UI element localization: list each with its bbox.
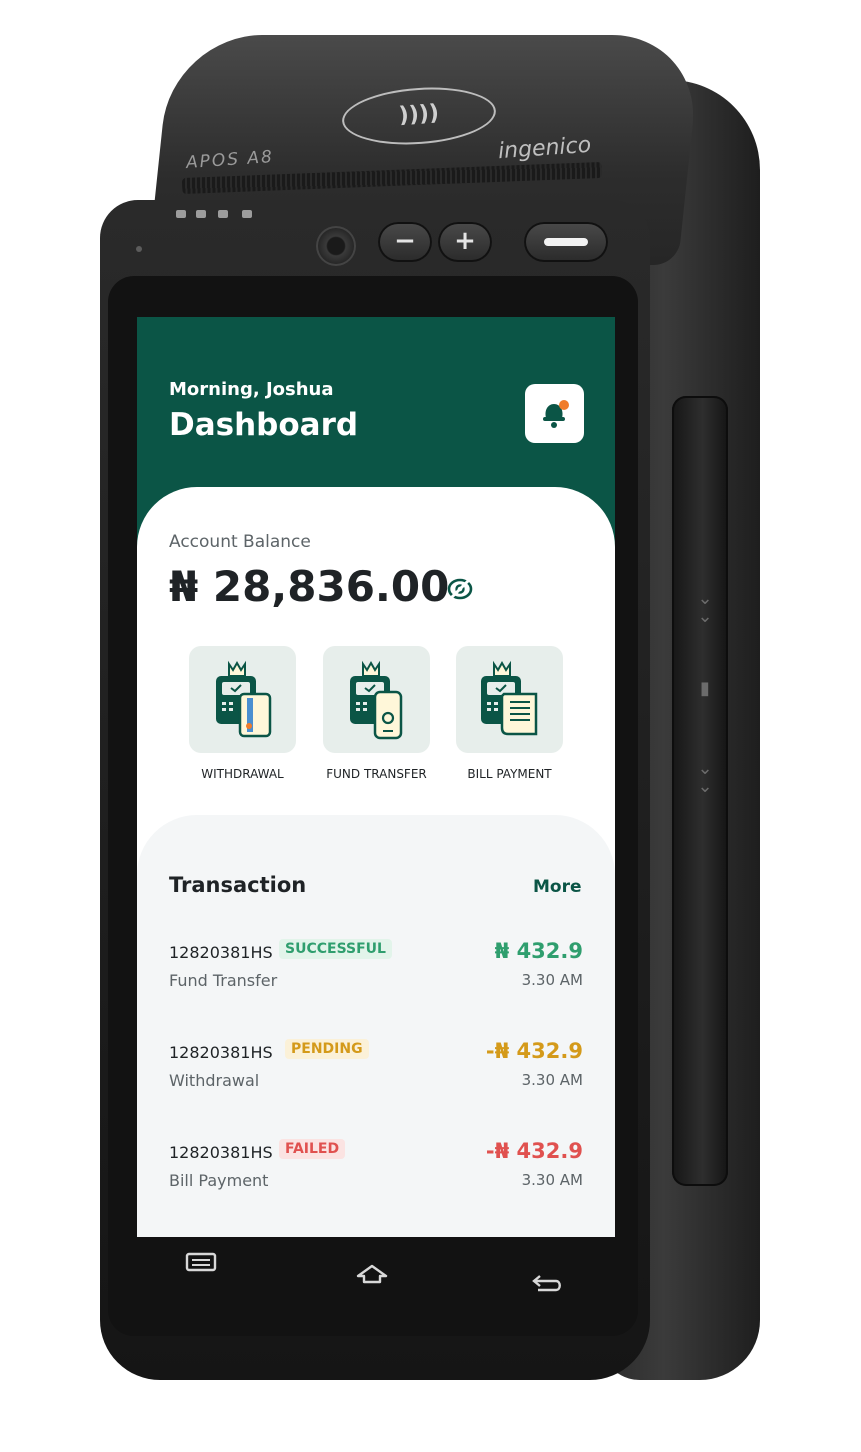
- transaction-id: 12820381HS: [169, 943, 273, 962]
- home-icon: [356, 1264, 388, 1284]
- transaction-time: 3.30 AM: [521, 1071, 583, 1089]
- pos-card-icon: [216, 660, 272, 738]
- bill-payment-label: BILL PAYMENT: [467, 767, 552, 781]
- chevron-down-icon: ⌄ ⌄: [697, 588, 713, 627]
- transaction-amount: -₦ 432.9: [485, 1039, 583, 1063]
- status-badge: FAILED: [279, 1139, 346, 1159]
- camera-lens: [316, 226, 356, 266]
- transaction-type: Withdrawal: [169, 1071, 260, 1090]
- transactions-panel: Transaction More 12820381HS SUCCESSFUL F…: [137, 815, 615, 1237]
- transaction-amount: ₦ 432.9: [494, 939, 583, 963]
- bill-payment-tile[interactable]: [456, 646, 563, 753]
- toggle-balance-visibility[interactable]: [445, 575, 475, 603]
- fund-transfer-action[interactable]: FUND TRANSFER: [323, 646, 430, 781]
- bill-payment-action[interactable]: BILL PAYMENT: [456, 646, 563, 781]
- transaction-time: 3.30 AM: [521, 971, 583, 989]
- app-screen: Morning, Joshua Dashboard Account Balanc…: [137, 317, 615, 1237]
- transaction-type: Bill Payment: [169, 1171, 269, 1190]
- pos-receipt-icon: [481, 660, 538, 736]
- home-button[interactable]: [354, 1262, 390, 1292]
- transaction-id: 12820381HS: [169, 1143, 273, 1162]
- back-icon: [532, 1275, 561, 1292]
- eye-icon: [447, 577, 473, 601]
- transaction-row[interactable]: 12820381HS PENDING Withdrawal -₦ 432.9 3…: [169, 1039, 583, 1099]
- balance-amount: ₦ 28,836.00: [169, 562, 450, 611]
- status-led: [218, 210, 228, 218]
- chevron-down-icon: ⌄ ⌄: [697, 758, 713, 797]
- notification-button[interactable]: [525, 384, 584, 443]
- fund-transfer-tile[interactable]: [323, 646, 430, 753]
- transaction-time: 3.30 AM: [521, 1171, 583, 1189]
- volume-up-button[interactable]: +: [438, 222, 492, 262]
- status-led: [176, 210, 186, 218]
- fund-transfer-label: FUND TRANSFER: [326, 767, 427, 781]
- pos-phone-icon: [350, 660, 403, 740]
- status-led: [196, 210, 206, 218]
- transaction-row[interactable]: 12820381HS FAILED Bill Payment -₦ 432.9 …: [169, 1139, 583, 1199]
- notification-dot: [559, 400, 569, 410]
- transaction-type: Fund Transfer: [169, 971, 278, 990]
- page-title: Dashboard: [169, 407, 359, 443]
- withdrawal-action[interactable]: WITHDRAWAL: [189, 646, 296, 781]
- greeting-text: Morning, Joshua: [169, 379, 334, 400]
- volume-down-button[interactable]: −: [378, 222, 432, 262]
- power-indicator: [136, 246, 142, 252]
- power-button[interactable]: [524, 222, 608, 262]
- status-badge: PENDING: [285, 1039, 369, 1059]
- transactions-title: Transaction: [169, 873, 307, 897]
- back-button[interactable]: [530, 1270, 566, 1300]
- balance-label: Account Balance: [169, 532, 311, 552]
- transaction-row[interactable]: 12820381HS SUCCESSFUL Fund Transfer ₦ 43…: [169, 939, 583, 999]
- withdrawal-label: WITHDRAWAL: [201, 767, 284, 781]
- status-badge: SUCCESSFUL: [279, 939, 392, 959]
- withdrawal-tile[interactable]: [189, 646, 296, 753]
- status-led: [242, 210, 252, 218]
- menu-icon: [185, 1252, 217, 1272]
- transaction-amount: -₦ 432.9: [485, 1139, 583, 1163]
- slot-marker-icon: ▮: [700, 678, 710, 699]
- bell-icon: [543, 400, 569, 428]
- more-link[interactable]: More: [533, 877, 582, 897]
- menu-button[interactable]: [184, 1250, 220, 1280]
- transaction-id: 12820381HS: [169, 1043, 273, 1062]
